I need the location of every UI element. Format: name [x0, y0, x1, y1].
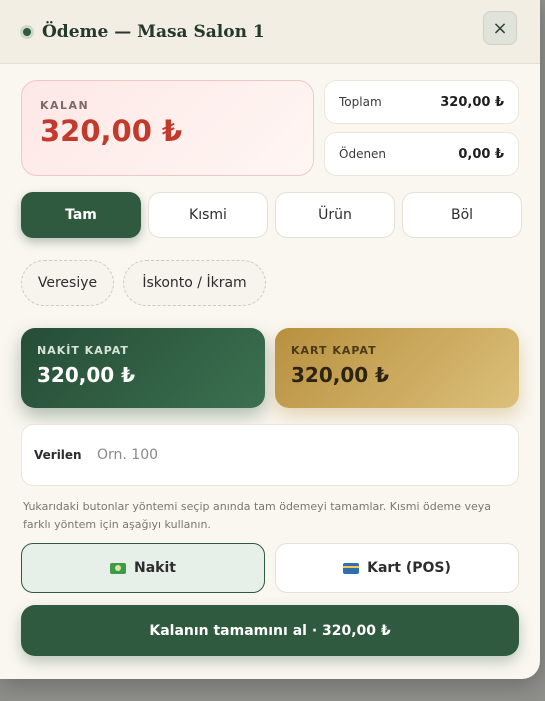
payment-modal: Ödeme — Masa Salon 1 × KALAN 320,00 ₺ To…: [0, 0, 540, 679]
remaining-value: 320,00 ₺: [40, 114, 183, 148]
quick-cash-value: 320,00 ₺: [37, 363, 136, 387]
quick-card-close-button[interactable]: KART KAPAT 320,00 ₺: [275, 328, 519, 408]
paid-card: Ödenen 0,00 ₺: [324, 132, 519, 176]
credit-card-icon: [343, 562, 360, 574]
tab-tam[interactable]: Tam: [21, 192, 141, 238]
extra-options: Veresiye İskonto / İkram: [21, 260, 266, 306]
remaining-label: KALAN: [40, 99, 90, 112]
method-card-label: Kart (POS): [367, 560, 451, 576]
given-amount-input[interactable]: [97, 447, 506, 463]
tab-kismi[interactable]: Kısmi: [148, 192, 268, 238]
given-label: Verilen: [34, 448, 82, 462]
quick-card-label: KART KAPAT: [291, 344, 377, 357]
remaining-card: KALAN 320,00 ₺: [21, 80, 314, 176]
paid-label: Ödenen: [339, 147, 387, 161]
given-amount-row: Verilen: [21, 424, 519, 486]
method-cash-label: Nakit: [134, 560, 176, 576]
status-dot-icon: [20, 24, 34, 39]
tab-urun[interactable]: Ürün: [275, 192, 395, 238]
veresiye-button[interactable]: Veresiye: [21, 260, 114, 306]
quick-card-value: 320,00 ₺: [291, 363, 390, 387]
discount-button[interactable]: İskonto / İkram: [123, 260, 266, 306]
total-label: Toplam: [339, 95, 382, 109]
method-cash-button[interactable]: Nakit: [21, 543, 265, 593]
modal-title: Ödeme — Masa Salon 1: [42, 21, 265, 42]
paid-value: 0,00 ₺: [458, 146, 504, 162]
quick-cash-close-button[interactable]: NAKİT KAPAT 320,00 ₺: [21, 328, 265, 408]
close-button[interactable]: ×: [483, 11, 517, 45]
help-text: Yukarıdaki butonlar yöntemi seçip anında…: [23, 500, 492, 531]
tab-bol[interactable]: Böl: [402, 192, 522, 238]
modal-header: Ödeme — Masa Salon 1 ×: [0, 0, 540, 64]
payment-type-tabs: Tam Kısmi Ürün Böl: [21, 192, 522, 238]
cash-icon: [110, 562, 127, 574]
quick-cash-label: NAKİT KAPAT: [37, 344, 129, 357]
total-value: 320,00 ₺: [440, 94, 504, 110]
method-card-button[interactable]: Kart (POS): [275, 543, 519, 593]
close-icon: ×: [492, 17, 508, 39]
total-card: Toplam 320,00 ₺: [324, 80, 519, 124]
pay-remaining-button[interactable]: Kalanın tamamını al · 320,00 ₺: [21, 605, 519, 656]
